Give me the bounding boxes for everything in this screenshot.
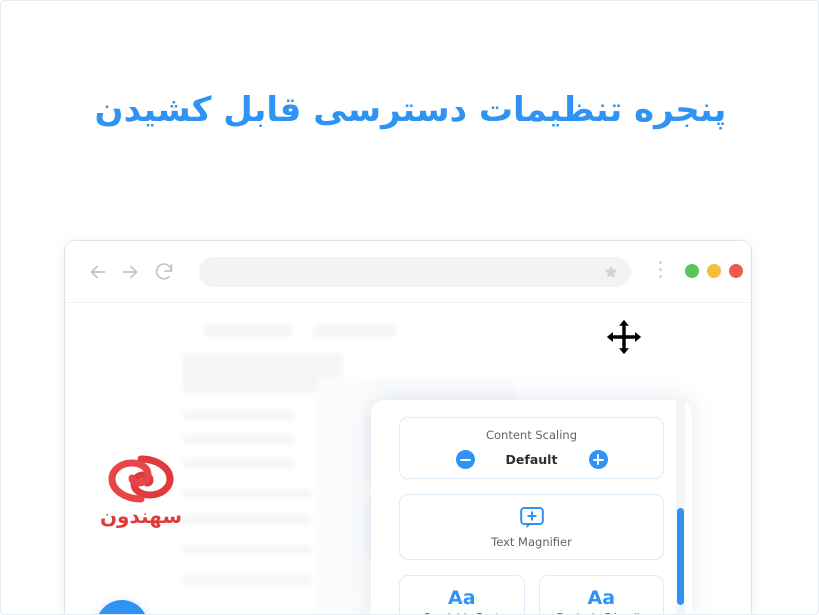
panel-scrollbar-track[interactable] [676, 400, 685, 614]
dyslexia-friendly-card[interactable]: Aa Dyslexia Friendly [538, 575, 664, 614]
accessibility-settings-panel[interactable]: Content Scaling Default Text Magnifier A… [371, 400, 692, 614]
browser-toolbar [65, 241, 751, 303]
kebab-menu-icon[interactable] [659, 261, 663, 283]
text-magnifier-card[interactable]: Text Magnifier [399, 494, 664, 560]
browser-window-mock: سهندون Content Scaling Default Text Magn… [65, 241, 751, 614]
content-scaling-card[interactable]: Content Scaling Default [399, 417, 664, 479]
page-frame: پنجره تنظیمات دسترسی قابل کشیدن سهندون C… [0, 0, 819, 615]
content-scaling-stepper: Default [400, 450, 663, 469]
text-magnifier-label: Text Magnifier [491, 535, 572, 549]
minimize-dot[interactable] [685, 264, 699, 278]
readable-font-card[interactable]: Aa Readable Font [399, 575, 525, 614]
dyslexia-friendly-sample: Aa [587, 587, 616, 609]
minus-circle-icon[interactable] [455, 450, 475, 469]
reload-icon[interactable] [153, 261, 175, 283]
site-logo: سهندون [87, 455, 195, 527]
maximize-dot[interactable] [707, 264, 721, 278]
magnifier-bubble-plus-icon [519, 507, 544, 529]
font-options-grid: Aa Readable Font Aa Dyslexia Friendly [399, 575, 664, 614]
logo-wordmark: سهندون [99, 504, 183, 528]
star-icon[interactable] [603, 264, 619, 280]
address-bar[interactable] [199, 257, 631, 287]
window-controls [685, 264, 743, 278]
arrow-left-icon[interactable] [87, 261, 109, 283]
page-title: پنجره تنظیمات دسترسی قابل کشیدن [94, 90, 727, 130]
plus-circle-icon[interactable] [588, 450, 608, 469]
content-scaling-title: Content Scaling [485, 428, 578, 442]
panel-scrollbar-thumb[interactable] [677, 508, 684, 605]
arrow-right-icon[interactable] [119, 261, 141, 283]
close-dot[interactable] [729, 264, 743, 278]
readable-font-sample: Aa [447, 587, 476, 609]
content-scaling-value: Default [505, 452, 558, 467]
browser-viewport: سهندون Content Scaling Default Text Magn… [65, 303, 751, 614]
panel-content: Content Scaling Default Text Magnifier A… [371, 400, 692, 614]
spiral-logo-icon [108, 455, 174, 503]
